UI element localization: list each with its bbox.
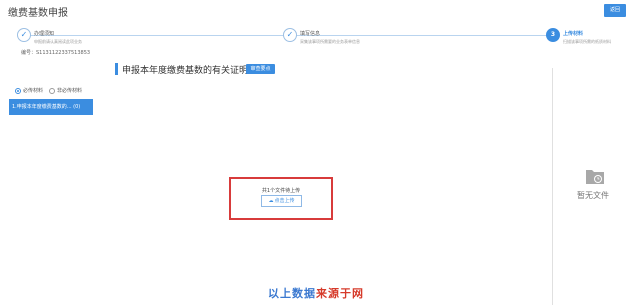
page-title: 缴费基数申报 <box>8 8 68 19</box>
step-1-desc: 申报前请认真阅读此项业务 <box>34 39 82 44</box>
step-connector <box>30 35 284 36</box>
upload-cloud-icon: ☁ <box>268 198 274 204</box>
material-list-item[interactable]: 1.申报本年度缴费基数的... (0) <box>9 99 93 115</box>
radio-optional-label: 非必传材料 <box>57 88 83 94</box>
preview-divider <box>552 68 553 305</box>
step-3-title: 上传材料 <box>563 31 584 37</box>
radio-optional[interactable]: 非必传材料 <box>49 87 82 94</box>
step-3-number: 3 <box>546 28 560 42</box>
header: 缴费基数申报 返回 <box>0 0 640 22</box>
step-1-check-icon: ✓ <box>17 28 31 42</box>
upload-count-text: 共1个文件待上传 <box>261 188 301 194</box>
upload-button[interactable]: ☁点击上传 <box>261 195 302 207</box>
watermark-text-end: 于网 <box>340 287 364 300</box>
watermark-text-red: 来源 <box>316 287 340 300</box>
radio-required-label: 必传材料 <box>23 88 44 94</box>
radio-required[interactable]: 必传材料 <box>15 87 43 94</box>
folder-clock-icon <box>586 170 604 184</box>
watermark-text-blue: 以上数据 <box>268 287 316 300</box>
section-title: 申报本年度缴费基数的有关证明 <box>122 66 249 76</box>
serial-number: 编号：S1131122337513853 <box>21 50 91 56</box>
step-2-desc: 采集该事项所需要的业务表单信息 <box>300 39 360 44</box>
step-1-title: 办理须知 <box>34 31 55 37</box>
review-points-button[interactable]: 审查要点 <box>246 64 275 74</box>
upload-button-label: 点击上传 <box>274 198 295 204</box>
back-button[interactable]: 返回 <box>604 4 626 17</box>
step-3-desc: 扫描该事项所需的纸质材料 <box>563 39 611 44</box>
upload-panel: 共1个文件待上传 ☁点击上传 <box>229 177 333 220</box>
step-2-title: 填写信息 <box>300 31 321 37</box>
watermark: 以上数据来源于网 <box>268 285 364 301</box>
step-progress: ✓ 办理须知 申报前请认真阅读此项业务 ✓ 填写信息 采集该事项所需要的业务表单… <box>0 26 640 66</box>
empty-preview-text: 暂无文件 <box>577 191 609 200</box>
radio-required-indicator[interactable] <box>15 87 21 94</box>
section-marker <box>115 63 118 75</box>
material-filter: 必传材料 非必传材料 <box>15 87 82 94</box>
step-connector <box>297 35 548 36</box>
step-2-check-icon: ✓ <box>283 28 297 42</box>
radio-optional-indicator[interactable] <box>49 87 56 94</box>
